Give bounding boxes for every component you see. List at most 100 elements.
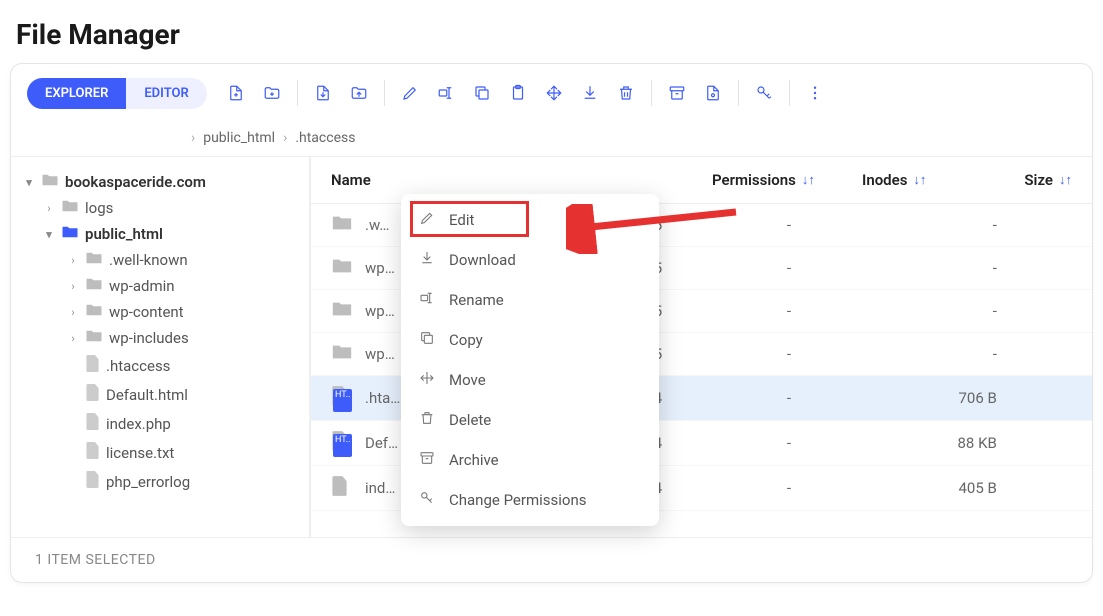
tab-editor[interactable]: EDITOR	[126, 78, 206, 109]
expand-icon[interactable]: ›	[67, 306, 79, 319]
edit-button[interactable]	[393, 76, 427, 110]
row-perm: 755	[637, 302, 787, 320]
tree-label: index.php	[106, 415, 171, 433]
permissions-button[interactable]	[747, 76, 781, 110]
download-button[interactable]	[306, 76, 340, 110]
row-perm: 755	[637, 216, 787, 234]
context-menu-delete[interactable]: Delete	[401, 400, 659, 440]
expand-icon[interactable]: ›	[67, 254, 79, 267]
row-inodes: -	[787, 259, 917, 277]
tree-label: license.txt	[106, 444, 174, 462]
row-perm: 644	[637, 434, 787, 452]
context-menu-copy[interactable]: Copy	[401, 320, 659, 360]
folder-icon	[61, 199, 79, 217]
col-permissions[interactable]: Permissions↓↑	[712, 171, 862, 189]
row-icon	[331, 343, 355, 365]
tree-item[interactable]: php_errorlog	[17, 467, 303, 496]
context-menu-rename[interactable]: Rename	[401, 280, 659, 320]
rename-button[interactable]	[429, 76, 463, 110]
row-perm: 755	[637, 259, 787, 277]
breadcrumb-item[interactable]: .htaccess	[295, 130, 355, 146]
tree-root[interactable]: ▾ bookaspaceride.com	[17, 169, 303, 195]
tree-label: wp-includes	[109, 329, 189, 347]
context-menu-download[interactable]: Download	[401, 240, 659, 280]
col-name[interactable]: Name	[331, 171, 532, 189]
breadcrumb: › public_html › .htaccess	[11, 120, 1092, 157]
new-file-button[interactable]	[219, 76, 253, 110]
folder-icon	[85, 303, 103, 321]
tree-item[interactable]: ›.well-known	[17, 247, 303, 273]
row-icon: HT..	[331, 431, 355, 455]
context-menu-move[interactable]: Move	[401, 360, 659, 400]
move-button[interactable]	[537, 76, 571, 110]
more-button[interactable]	[798, 76, 832, 110]
tree-item[interactable]: ▾ public_html	[17, 221, 303, 247]
tree-item[interactable]: license.txt	[17, 438, 303, 467]
breadcrumb-item[interactable]: public_html	[203, 130, 275, 146]
tree-item[interactable]: Default.html	[17, 380, 303, 409]
tree-label: logs	[85, 199, 113, 217]
expand-icon[interactable]: ›	[43, 202, 55, 215]
folder-icon	[85, 277, 103, 295]
row-size: 706 B	[917, 389, 997, 407]
folder-icon	[85, 329, 103, 347]
edit-icon	[419, 210, 435, 230]
row-size: -	[917, 216, 997, 234]
tree-label: public_html	[85, 225, 163, 243]
row-inodes: -	[787, 302, 917, 320]
upload-button[interactable]	[342, 76, 376, 110]
chevron-right-icon: ›	[283, 130, 287, 146]
tree-item[interactable]: .htaccess	[17, 351, 303, 380]
rename-icon	[419, 290, 435, 310]
context-menu: Edit DownloadRenameCopy Move Delete ArchiveC…	[401, 194, 659, 526]
row-inodes: -	[787, 479, 917, 497]
separator	[651, 80, 652, 106]
context-menu-label: Delete	[449, 411, 491, 429]
sort-icon: ↓↑	[802, 172, 815, 188]
col-inodes[interactable]: Inodes↓↑	[862, 171, 992, 189]
toolbar: EXPLORER EDITOR	[11, 64, 1092, 120]
row-perm: 755	[637, 345, 787, 363]
expand-icon[interactable]: ▾	[43, 228, 55, 241]
col-size[interactable]: Size↓↑	[992, 171, 1072, 189]
tree-item[interactable]: › wp-content	[17, 299, 303, 325]
key-icon	[419, 490, 435, 510]
separator	[297, 80, 298, 106]
delete-button[interactable]	[609, 76, 643, 110]
context-menu-change-permissions[interactable]: Change Permissions	[401, 480, 659, 520]
separator	[384, 80, 385, 106]
row-icon: HT..	[331, 386, 355, 410]
sort-icon: ↓↑	[913, 172, 926, 188]
tree-label: wp-content	[109, 303, 184, 321]
new-folder-button[interactable]	[255, 76, 289, 110]
row-inodes: -	[787, 345, 917, 363]
file-manager-card: EXPLORER EDITOR › public_html › .htacces…	[10, 63, 1093, 583]
expand-icon[interactable]: ›	[67, 280, 79, 293]
copy-button[interactable]	[465, 76, 499, 110]
sidebar-tree: ▾ bookaspaceride.com › logs ▾ public_html ›.…	[11, 157, 311, 537]
archive-button[interactable]	[660, 76, 694, 110]
paste-button[interactable]	[501, 76, 535, 110]
tab-explorer[interactable]: EXPLORER	[27, 78, 126, 109]
page-title: File Manager	[0, 0, 1103, 63]
collapse-icon[interactable]: ▾	[23, 176, 35, 189]
context-menu-archive[interactable]: Archive	[401, 440, 659, 480]
extract-button[interactable]	[696, 76, 730, 110]
row-perm: 644	[637, 389, 787, 407]
row-size: 88 KB	[917, 434, 997, 452]
download-file-button[interactable]	[573, 76, 607, 110]
expand-icon[interactable]: ›	[67, 332, 79, 345]
row-icon	[331, 214, 355, 236]
row-icon	[331, 257, 355, 279]
tree-item[interactable]: ›wp-admin	[17, 273, 303, 299]
tree-item[interactable]: › wp-includes	[17, 325, 303, 351]
tree-item[interactable]: index.php	[17, 409, 303, 438]
context-menu-label: Move	[449, 371, 486, 389]
row-perm: 644	[637, 479, 787, 497]
context-menu-label: Edit	[449, 211, 474, 229]
tree-item[interactable]: › logs	[17, 195, 303, 221]
folder-icon	[61, 225, 79, 243]
download-icon	[419, 250, 435, 270]
status-bar: 1 ITEM SELECTED	[11, 537, 1092, 582]
context-menu-edit[interactable]: Edit	[401, 200, 659, 240]
